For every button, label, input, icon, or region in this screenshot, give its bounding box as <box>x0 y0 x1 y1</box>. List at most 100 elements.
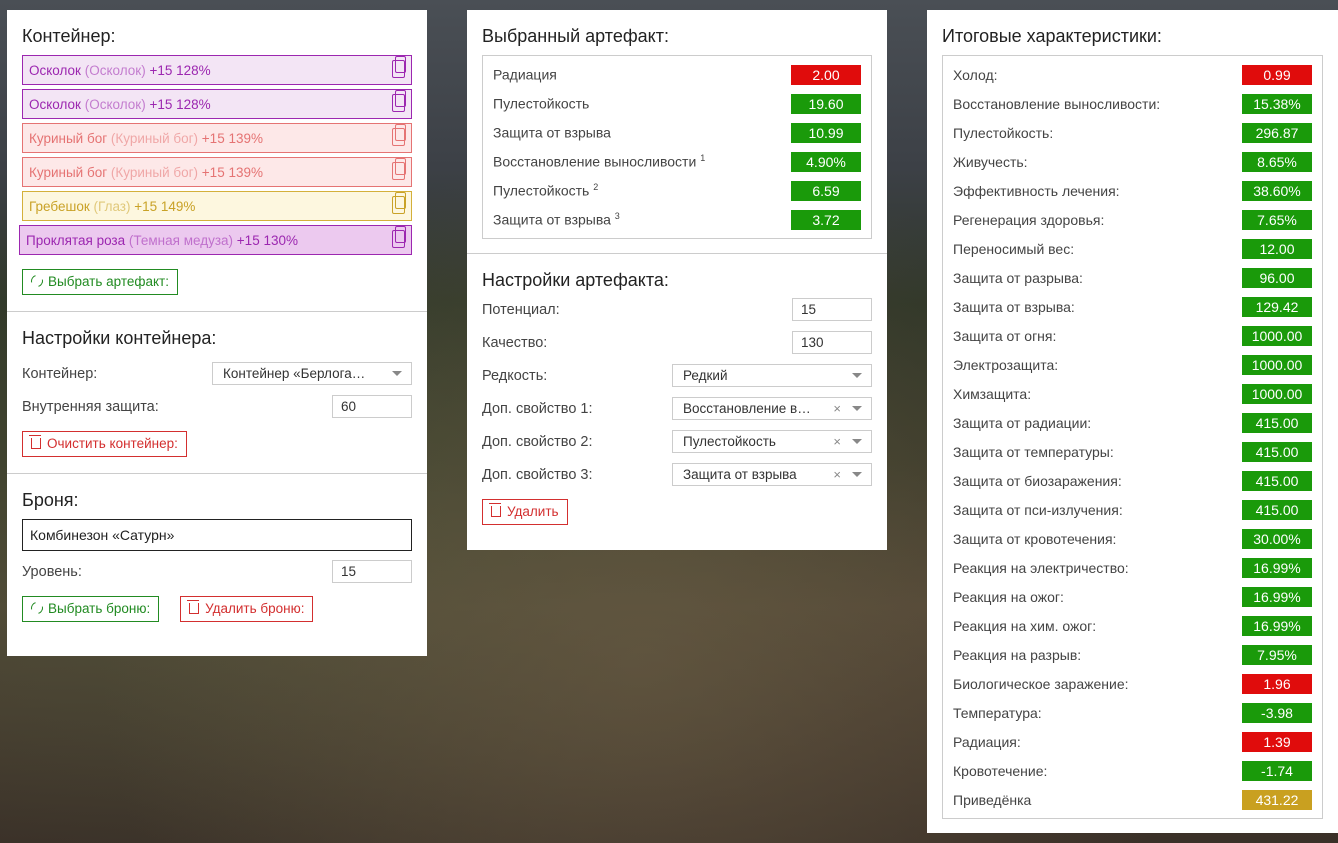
clear-container-button[interactable]: Очистить контейнер: <box>22 431 187 457</box>
total-stat-label: Холод: <box>953 66 998 83</box>
chevron-down-icon <box>852 406 862 411</box>
extra1-label: Доп. свойство 1: <box>482 400 593 417</box>
container-settings-title: Настройки контейнера: <box>22 328 217 348</box>
refresh-icon <box>28 599 46 617</box>
totals-panel: Итоговые характеристики: Холод: 0.99 Восст… <box>927 10 1338 833</box>
extra3-label: Доп. свойство 3: <box>482 466 593 483</box>
total-stat-row: Температура: -3.98 <box>953 698 1312 727</box>
artifact-bonus: +15 139% <box>201 165 263 180</box>
chevron-down-icon <box>392 371 402 376</box>
rarity-select[interactable]: Редкий <box>672 364 872 387</box>
potential-label: Потенциал: <box>482 301 560 318</box>
potential-input[interactable]: 15 <box>792 298 872 321</box>
total-stat-value: 7.95% <box>1242 644 1312 665</box>
rarity-value: Редкий <box>683 368 728 383</box>
artifact-name: Куриный бог <box>29 131 108 146</box>
rarity-row: Редкость: Редкий <box>482 359 872 392</box>
total-stat-value: 12.00 <box>1242 238 1312 259</box>
copy-icon[interactable] <box>392 158 406 180</box>
total-stat-row: Эффективность лечения: 38.60% <box>953 176 1312 205</box>
container-title: Контейнер: <box>22 26 116 46</box>
total-stat-label: Эффективность лечения: <box>953 182 1120 199</box>
extra3-row: Доп. свойство 3: Защита от взрыва × <box>482 458 872 491</box>
total-stat-row: Реакция на электричество: 16.99% <box>953 553 1312 582</box>
total-stat-row: Реакция на ожог: 16.99% <box>953 582 1312 611</box>
total-stat-value: 415.00 <box>1242 441 1312 462</box>
copy-icon[interactable] <box>392 56 406 78</box>
extra3-select[interactable]: Защита от взрыва × <box>672 463 872 486</box>
extra1-row: Доп. свойство 1: Восстановление в… × <box>482 392 872 425</box>
extra3-value: Защита от взрыва <box>683 467 797 482</box>
select-armor-button[interactable]: Выбрать броню: <box>22 596 160 622</box>
select-artifact-button[interactable]: Выбрать артефакт: <box>22 269 178 295</box>
armor-title: Броня: <box>22 490 79 510</box>
armor-level-input[interactable]: 15 <box>332 560 412 583</box>
total-stat-label: Приведёнка <box>953 791 1032 808</box>
select-artifact-label: Выбрать артефакт: <box>48 274 169 289</box>
armor-section: Броня: Комбинезон «Сатурн» Уровень: 15 В… <box>7 474 427 634</box>
total-stat-label: Защита от разрыва: <box>953 269 1083 286</box>
total-stat-label: Живучесть: <box>953 153 1028 170</box>
chevron-down-icon <box>852 373 862 378</box>
chevron-down-icon <box>852 439 862 444</box>
selected-artifact-section: Выбранный артефакт: Радиация 2.00 Пулест… <box>467 10 887 254</box>
copy-icon[interactable] <box>392 192 406 214</box>
artifact-base: (Темная медуза) <box>128 233 234 248</box>
total-stat-row: Защита от биозаражения: 415.00 <box>953 466 1312 495</box>
quality-input[interactable]: 130 <box>792 331 872 354</box>
artifact-item[interactable]: Гребешок (Глаз) +15 149% <box>22 191 412 221</box>
clear-icon[interactable]: × <box>833 431 841 452</box>
total-stat-label: Реакция на разрыв: <box>953 646 1082 663</box>
artifact-item[interactable]: Осколок (Осколок) +15 128% <box>22 89 412 119</box>
artifact-item[interactable]: Куриный бог (Куриный бог) +15 139% <box>22 157 412 187</box>
total-stat-value: 415.00 <box>1242 412 1312 433</box>
total-stat-row: Радиация: 1.39 <box>953 727 1312 756</box>
trash-icon <box>29 435 41 449</box>
extra2-label: Доп. свойство 2: <box>482 433 593 450</box>
armor-field[interactable]: Комбинезон «Сатурн» <box>22 519 412 551</box>
total-stat-value: 1.96 <box>1242 673 1312 694</box>
total-stat-label: Температура: <box>953 704 1042 721</box>
clear-icon[interactable]: × <box>833 398 841 419</box>
inner-protection-row: Внутренняя защита: 60 <box>22 390 412 423</box>
extra1-select[interactable]: Восстановление в… × <box>672 397 872 420</box>
total-stat-label: Электрозащита: <box>953 356 1059 373</box>
artifact-list: Осколок (Осколок) +15 128% Осколок (Оско… <box>19 55 412 255</box>
copy-icon[interactable] <box>392 90 406 112</box>
copy-icon[interactable] <box>392 226 406 248</box>
artifact-name: Куриный бог <box>29 165 108 180</box>
total-stat-label: Реакция на электричество: <box>953 559 1129 576</box>
stat-row: Пулестойкость 19.60 <box>493 89 861 118</box>
stat-row: Защита от взрыва 3 3.72 <box>493 205 861 234</box>
artifact-item[interactable]: Осколок (Осколок) +15 128% <box>22 55 412 85</box>
total-stat-value: 0.99 <box>1242 64 1312 85</box>
total-stat-row: Кровотечение: -1.74 <box>953 756 1312 785</box>
select-armor-label: Выбрать броню: <box>48 601 151 616</box>
stat-value: 6.59 <box>791 180 861 201</box>
quality-label: Качество: <box>482 334 548 351</box>
delete-armor-button[interactable]: Удалить броню: <box>180 596 314 622</box>
stat-label: Защита от взрыва <box>493 124 611 141</box>
copy-icon[interactable] <box>392 124 406 146</box>
clear-container-label: Очистить контейнер: <box>47 436 178 451</box>
artifact-item-selected[interactable]: Проклятая роза (Темная медуза) +15 130% <box>19 225 412 255</box>
container-select-row: Контейнер: Контейнер «Берлога… <box>22 357 412 390</box>
extra2-select[interactable]: Пулестойкость × <box>672 430 872 453</box>
artifact-item[interactable]: Куриный бог (Куриный бог) +15 139% <box>22 123 412 153</box>
inner-protection-input[interactable]: 60 <box>332 395 412 418</box>
stat-row: Пулестойкость 2 6.59 <box>493 176 861 205</box>
armor-level-row: Уровень: 15 <box>22 555 412 588</box>
delete-armor-label: Удалить броню: <box>205 601 305 616</box>
stat-value: 19.60 <box>791 93 861 114</box>
clear-icon[interactable]: × <box>833 464 841 485</box>
total-stat-label: Пулестойкость: <box>953 124 1054 141</box>
total-stat-row: Переносимый вес: 12.00 <box>953 234 1312 263</box>
total-stat-row: Защита от разрыва: 96.00 <box>953 263 1312 292</box>
total-stat-value: 1000.00 <box>1242 325 1312 346</box>
container-select[interactable]: Контейнер «Берлога… <box>212 362 412 385</box>
total-stat-label: Защита от огня: <box>953 327 1057 344</box>
container-label: Контейнер: <box>22 365 98 382</box>
stat-row: Защита от взрыва 10.99 <box>493 118 861 147</box>
delete-artifact-button[interactable]: Удалить <box>482 499 568 525</box>
artifact-name: Проклятая роза <box>26 233 126 248</box>
